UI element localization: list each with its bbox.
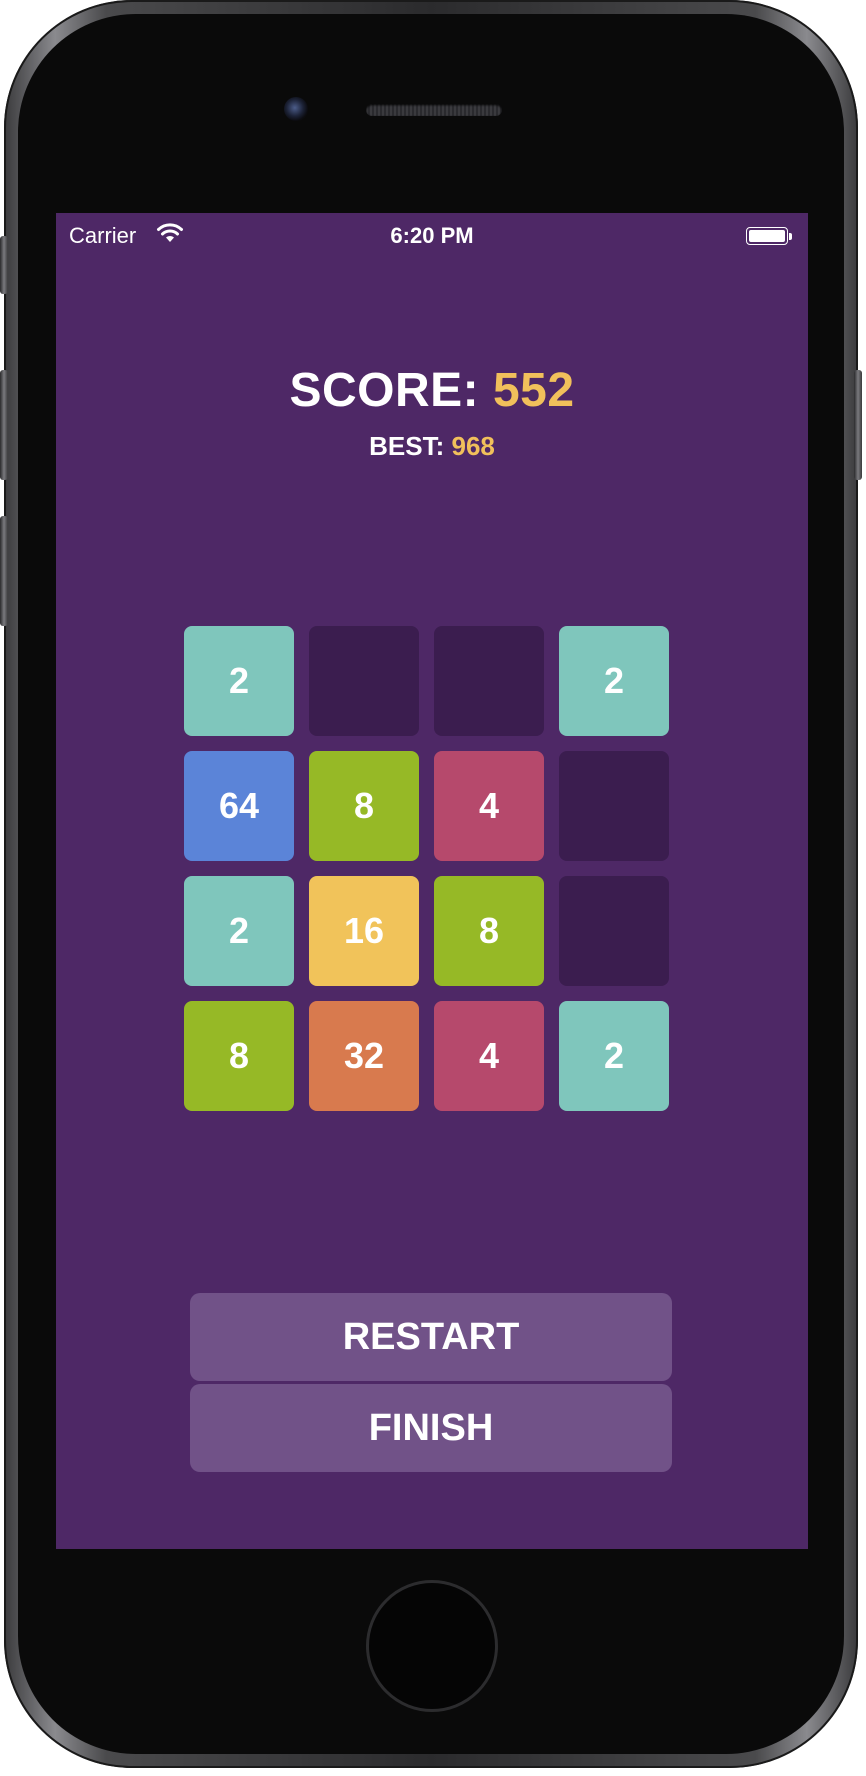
tile-64: 64	[184, 751, 294, 861]
tile-2: 2	[184, 626, 294, 736]
tile-4: 4	[434, 751, 544, 861]
tile-8: 8	[184, 1001, 294, 1111]
tile-32: 32	[309, 1001, 419, 1111]
tile-8: 8	[309, 751, 419, 861]
mute-switch	[0, 236, 8, 294]
best-value: 968	[451, 431, 495, 461]
volume-up-button	[0, 370, 8, 480]
home-button[interactable]	[366, 1580, 498, 1712]
tile-2: 2	[559, 626, 669, 736]
earpiece-speaker	[366, 104, 502, 116]
restart-button[interactable]: RESTART	[190, 1293, 672, 1381]
volume-down-button	[0, 516, 8, 626]
game-board[interactable]: 2 2 64 8 4 2 16 8 8 32 4 2	[184, 626, 681, 1123]
tile-2: 2	[559, 1001, 669, 1111]
battery-icon	[746, 227, 792, 245]
front-camera-icon	[284, 97, 308, 121]
app-screen: Carrier 6:20 PM SCORE: 552 BEST: 968 2 2 6…	[56, 213, 808, 1549]
score-label: SCORE:	[289, 364, 480, 417]
tile-empty	[559, 876, 669, 986]
score-display: SCORE: 552	[56, 363, 808, 418]
tile-empty	[434, 626, 544, 736]
battery-outline	[746, 227, 788, 245]
tile-empty	[309, 626, 419, 736]
status-bar: Carrier 6:20 PM	[56, 213, 808, 257]
status-time: 6:20 PM	[390, 223, 474, 248]
tile-16: 16	[309, 876, 419, 986]
best-score-display: BEST: 968	[56, 431, 808, 462]
tile-empty	[559, 751, 669, 861]
best-label: BEST:	[369, 431, 445, 461]
tile-2: 2	[184, 876, 294, 986]
tile-8: 8	[434, 876, 544, 986]
power-button	[854, 370, 862, 480]
battery-fill	[749, 230, 785, 242]
finish-button[interactable]: FINISH	[190, 1384, 672, 1472]
score-value: 552	[492, 364, 575, 417]
battery-tip	[789, 233, 792, 240]
tile-4: 4	[434, 1001, 544, 1111]
